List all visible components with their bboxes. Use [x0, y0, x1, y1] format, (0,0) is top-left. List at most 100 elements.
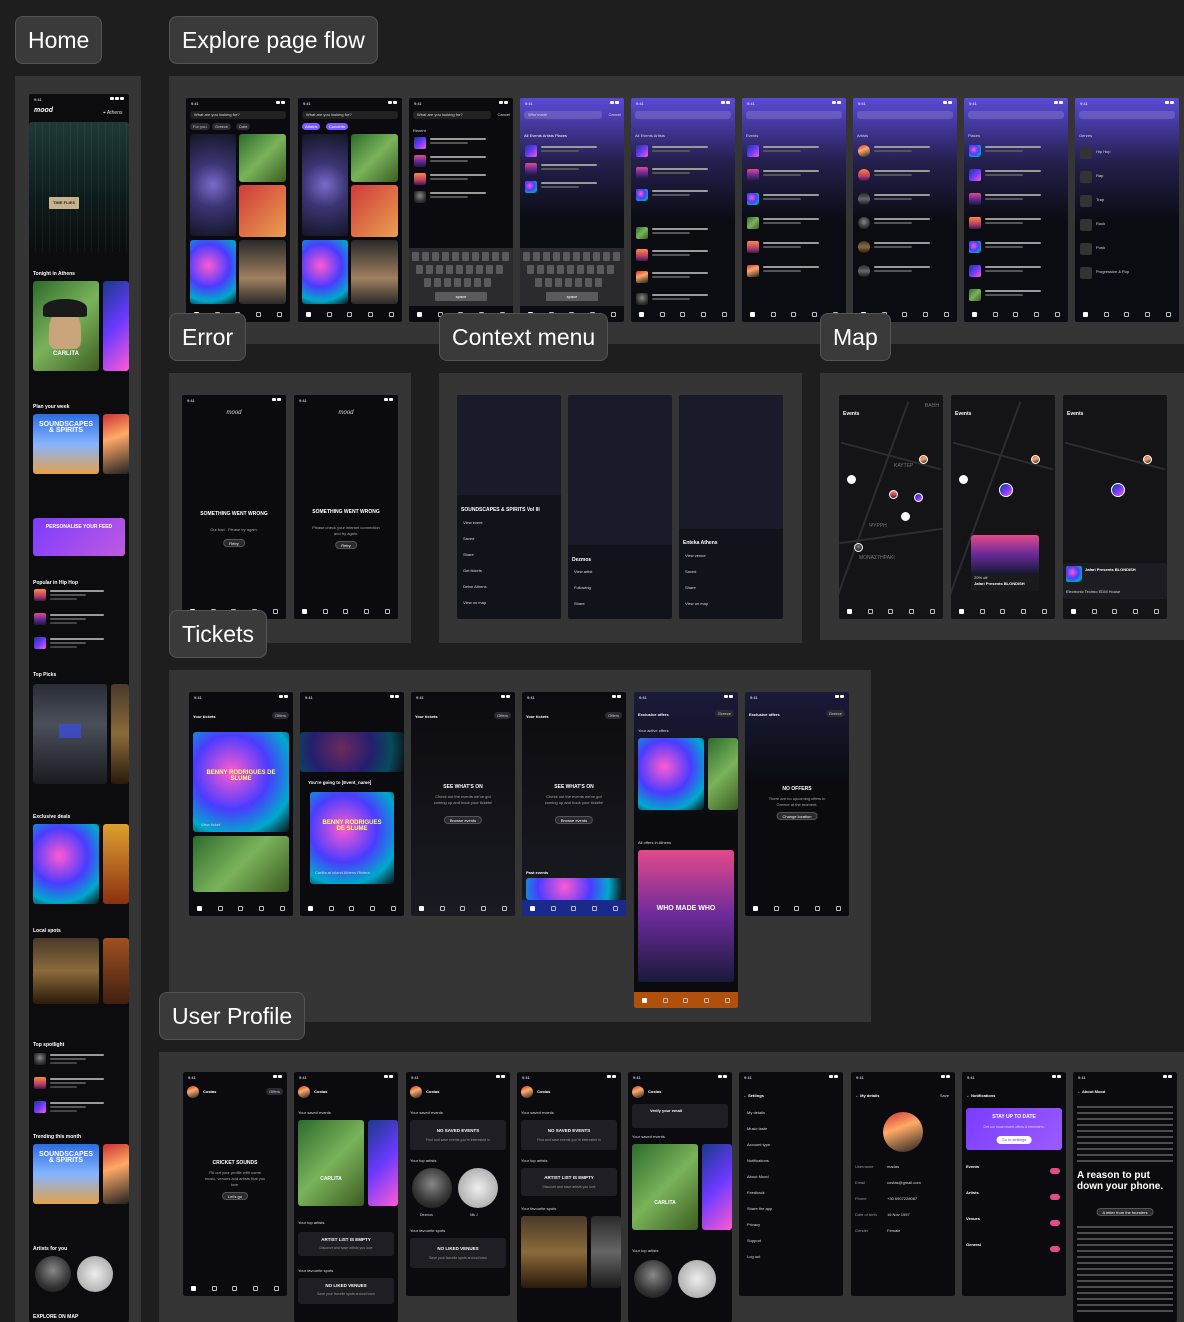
keyboard-key[interactable]	[557, 265, 564, 274]
menu-item[interactable]: Share	[574, 601, 585, 607]
result-item[interactable]	[969, 216, 1063, 230]
saved-event-card[interactable]	[702, 1144, 732, 1230]
result-item[interactable]	[969, 240, 1063, 254]
keyboard-key[interactable]	[464, 278, 471, 287]
settings-item[interactable]: Privacy	[747, 1222, 760, 1228]
browse-events-button[interactable]: Browse events	[554, 816, 594, 824]
result-item[interactable]	[747, 264, 841, 278]
keyboard-key[interactable]	[496, 265, 503, 274]
result-item[interactable]	[747, 216, 841, 230]
artists-toggle[interactable]	[1050, 1194, 1060, 1200]
keyboard[interactable]: space	[409, 248, 513, 306]
event-card-toppick[interactable]	[33, 684, 107, 784]
menu-item[interactable]: Share	[463, 552, 474, 558]
letter-button[interactable]: A letter from the founders	[1096, 1208, 1154, 1216]
keyboard[interactable]: space	[520, 248, 624, 306]
menu-item[interactable]: Following	[574, 585, 591, 591]
genre-item[interactable]: Progressive & Pop	[1080, 266, 1174, 280]
event-card-toppick-2[interactable]	[111, 684, 129, 784]
map-pin[interactable]	[919, 455, 928, 464]
result-item[interactable]	[858, 240, 952, 254]
keyboard-key[interactable]	[484, 278, 491, 287]
list-item[interactable]	[34, 1100, 124, 1114]
artist-avatar[interactable]	[458, 1168, 498, 1208]
keyboard-key[interactable]	[575, 278, 582, 287]
keyboard-key[interactable]	[573, 252, 580, 261]
tickets-frame-label[interactable]: Tickets	[169, 610, 267, 658]
event-card-carlita[interactable]: CARLITA	[33, 281, 99, 371]
result-item[interactable]	[747, 192, 841, 206]
keyboard-key[interactable]	[527, 265, 534, 274]
menu-item[interactable]: Saved	[685, 569, 696, 575]
artist-avatar[interactable]	[678, 1260, 716, 1298]
keyboard-key[interactable]	[462, 252, 469, 261]
keyboard-key[interactable]	[613, 252, 620, 261]
profile-photo[interactable]	[883, 1112, 923, 1152]
profile-frame-label[interactable]: User Profile	[159, 992, 306, 1040]
recent-item[interactable]	[414, 154, 508, 168]
genre-chips[interactable]: Electronic Techno EDM House	[1066, 589, 1120, 595]
keyboard-key[interactable]	[597, 265, 604, 274]
filter-chip[interactable]: Concerts	[326, 123, 349, 130]
personalise-card[interactable]: PERSONALISE YOUR FEED	[33, 518, 125, 556]
keyboard-key[interactable]	[565, 278, 572, 287]
retry-button[interactable]: Retry	[223, 539, 245, 547]
result-item[interactable]	[969, 264, 1063, 278]
menu-item[interactable]: Delve Athens	[463, 584, 487, 590]
saved-event-card[interactable]: CARLITA	[632, 1144, 698, 1230]
search-input[interactable]	[857, 111, 953, 119]
venue-card[interactable]	[521, 1216, 587, 1288]
error-frame-label[interactable]: Error	[169, 313, 247, 361]
keyboard-key[interactable]	[432, 252, 439, 261]
space-key[interactable]: space	[435, 292, 487, 301]
map-frame-label[interactable]: Map	[820, 313, 891, 361]
result-item[interactable]	[636, 248, 730, 262]
map-title[interactable]: Events	[955, 411, 971, 417]
result-item[interactable]	[969, 288, 1063, 302]
settings-item[interactable]: Share the app	[747, 1206, 772, 1212]
venue-card[interactable]	[591, 1216, 621, 1288]
keyboard-key[interactable]	[555, 278, 562, 287]
events-toggle[interactable]	[1050, 1168, 1060, 1174]
keyboard-key[interactable]	[444, 278, 451, 287]
keyboard-key[interactable]	[422, 252, 429, 261]
results-tabs[interactable]: Genres	[1079, 133, 1092, 139]
deal-card-2[interactable]	[103, 824, 129, 904]
avatar[interactable]	[410, 1086, 422, 1098]
keyboard-key[interactable]	[537, 265, 544, 274]
menu-item[interactable]: Share	[685, 585, 696, 591]
keyboard-key[interactable]	[545, 278, 552, 287]
search-input[interactable]	[968, 111, 1064, 119]
menu-item[interactable]: View on map	[463, 600, 486, 606]
keyboard-key[interactable]	[472, 252, 479, 261]
result-item[interactable]	[636, 270, 730, 284]
explore-tile[interactable]	[351, 240, 398, 304]
keyboard-key[interactable]	[454, 278, 461, 287]
home-frame-label[interactable]: Home	[15, 16, 103, 64]
genre-item[interactable]: Rap	[1080, 170, 1174, 184]
explore-tile[interactable]	[190, 240, 236, 304]
ticket-card[interactable]: BENNY RODRIGUES DE SLUME View ticket	[193, 732, 289, 832]
map-title[interactable]: Events	[1067, 411, 1083, 417]
event-card-soundscapes[interactable]: SOUNDSCAPES & SPIRITS	[33, 414, 99, 474]
map-pin[interactable]	[914, 493, 923, 502]
map-pin[interactable]	[1143, 455, 1152, 464]
search-input[interactable]: What are you looking for?	[413, 111, 491, 119]
map-pin[interactable]	[854, 543, 863, 552]
map-pin[interactable]	[1031, 455, 1040, 464]
list-item[interactable]	[34, 588, 124, 602]
settings-item[interactable]: Support	[747, 1238, 761, 1244]
trending-card-2[interactable]	[103, 1144, 129, 1204]
result-item[interactable]	[969, 144, 1063, 158]
result-item[interactable]	[747, 144, 841, 158]
keyboard-key[interactable]	[436, 265, 443, 274]
keyboard-key[interactable]	[547, 265, 554, 274]
offer-card[interactable]	[708, 738, 738, 810]
saved-event-card[interactable]: CARLITA	[298, 1120, 364, 1206]
keyboard-key[interactable]	[607, 265, 614, 274]
location-button[interactable]: Greece	[825, 710, 845, 717]
search-input[interactable]: Whoʼmade	[524, 111, 602, 119]
settings-item[interactable]: Account type	[747, 1142, 770, 1148]
offers-button[interactable]: Offers	[272, 712, 289, 719]
map-pin[interactable]	[847, 475, 856, 484]
